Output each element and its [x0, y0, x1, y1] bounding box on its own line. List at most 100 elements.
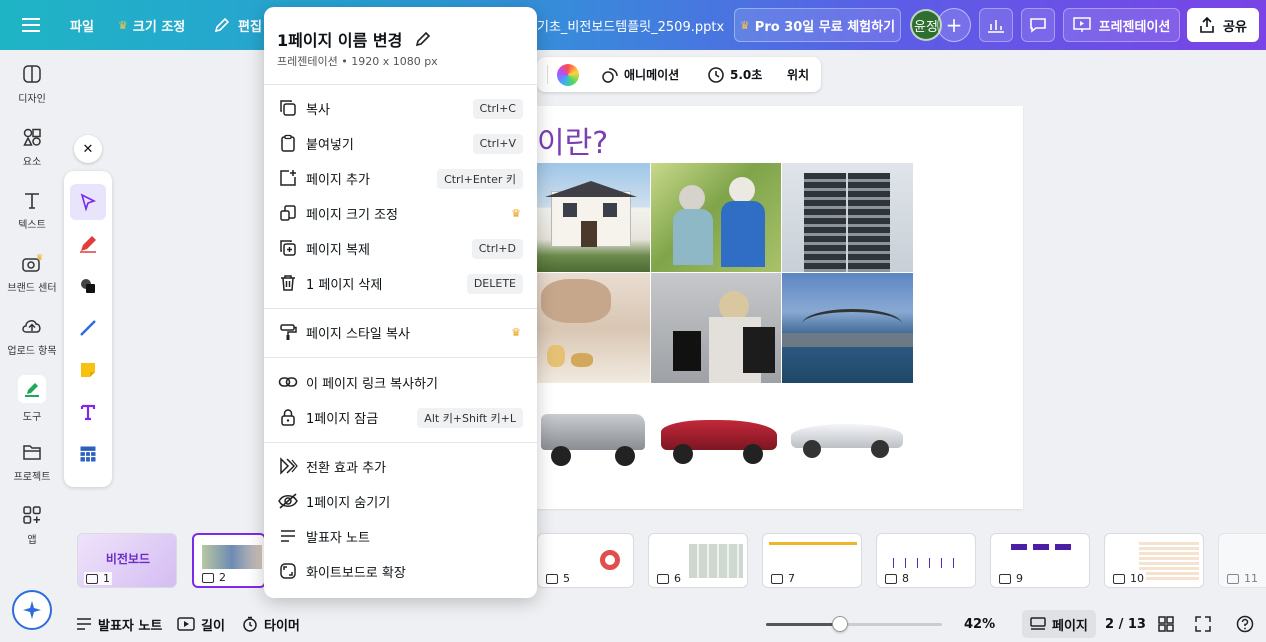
white-coupe-image[interactable]: [787, 406, 907, 468]
resize-menu[interactable]: ♛ 크기 조정: [118, 0, 185, 50]
draw-tool-icon: [18, 375, 46, 403]
thumb-number: 8: [883, 572, 911, 585]
animate-icon: [602, 67, 618, 83]
rail-item-brand[interactable]: ♛ 브랜드 센터: [0, 245, 64, 301]
position-button[interactable]: 위치: [787, 57, 809, 92]
menu-item-expand-whiteboard[interactable]: 화이트보드로 확장: [264, 554, 537, 589]
page-thumbnail-2[interactable]: 2: [192, 533, 266, 588]
menu-item-speaker-notes[interactable]: 발표자 노트: [264, 519, 537, 554]
close-draw-panel-button[interactable]: ✕: [74, 135, 102, 163]
share-button[interactable]: 공유: [1187, 8, 1259, 42]
present-label: 프레젠테이션: [1098, 19, 1171, 35]
pages-view-button[interactable]: 페이지: [1022, 610, 1096, 638]
color-picker-button[interactable]: [557, 57, 579, 92]
menu-item-delete-page[interactable]: 1 페이지 삭제 DELETE: [264, 266, 537, 301]
slide-title[interactable]: 이란?: [537, 118, 608, 162]
pen-tool-button[interactable]: [70, 226, 106, 262]
text-tool-button[interactable]: [70, 394, 106, 430]
help-button[interactable]: [1236, 606, 1254, 642]
fullscreen-button[interactable]: [1195, 606, 1211, 642]
add-collaborator-button[interactable]: +: [937, 8, 971, 42]
menu-item-add-transition[interactable]: 전환 효과 추가: [264, 449, 537, 484]
rail-item-elements[interactable]: 요소: [0, 119, 64, 175]
table-tool-button[interactable]: [70, 436, 106, 472]
page-thumbnail-6[interactable]: 6: [648, 533, 748, 588]
menu-item-copy-style[interactable]: 페이지 스타일 복사 ♛: [264, 315, 537, 350]
menu-item-label: 이 페이지 링크 복사하기: [306, 377, 438, 392]
resize-label: 크기 조정: [132, 19, 186, 35]
notes-mini-icon: [999, 573, 1011, 584]
line-tool-button[interactable]: [70, 310, 106, 346]
shopping-photo[interactable]: [651, 273, 781, 383]
magic-assistant-button[interactable]: [12, 590, 52, 630]
rail-item-projects[interactable]: 프로젝트: [0, 434, 64, 490]
menu-item-paste[interactable]: 붙여넣기 Ctrl+V: [264, 126, 537, 161]
rail-item-text[interactable]: 텍스트: [0, 182, 64, 238]
zoom-slider-handle[interactable]: [832, 616, 848, 632]
thumb-title: 비전보드: [105, 552, 151, 566]
page-thumbnail-5[interactable]: 5: [537, 533, 634, 588]
element-context-toolbar: 애니메이션 5.0초 위치: [537, 57, 821, 92]
notes-mini-icon: [86, 573, 98, 584]
zoom-slider-track[interactable]: [766, 616, 942, 632]
comment-button[interactable]: [1021, 8, 1055, 42]
page-thumbnail-10[interactable]: 10: [1104, 533, 1204, 588]
rail-label: 도구: [22, 412, 42, 423]
slide-canvas[interactable]: 이란?: [537, 106, 1023, 509]
zoom-level[interactable]: 42%: [964, 606, 995, 642]
grid-view-button[interactable]: [1158, 606, 1174, 642]
suv-car-image[interactable]: [537, 406, 652, 468]
speaker-notes-button[interactable]: 발표자 노트: [76, 606, 162, 642]
rail-item-design[interactable]: 디자인: [0, 56, 64, 112]
thumb-num-label: 7: [788, 572, 795, 585]
running-couple-photo[interactable]: [651, 163, 781, 272]
page-thumbnail-11[interactable]: 11: [1218, 533, 1266, 588]
hamburger-menu-icon[interactable]: [22, 0, 40, 50]
menu-item-add-page[interactable]: 페이지 추가 Ctrl+Enter 키: [264, 161, 537, 196]
duration-toggle-button[interactable]: 길이: [177, 606, 225, 642]
zoom-slider-fill: [766, 623, 840, 626]
red-suv-image[interactable]: [657, 406, 782, 468]
thumb-num-label: 1: [103, 572, 110, 585]
menu-item-resize-page[interactable]: 페이지 크기 조정 ♛: [264, 196, 537, 231]
pro-trial-button[interactable]: ♛ Pro 30일 무료 체험하기: [734, 8, 901, 42]
left-sidebar: 디자인 요소 텍스트 ♛ 브랜드 센터 업로드 항목 도구 프로젝트 앱: [0, 50, 64, 642]
select-tool-button[interactable]: [70, 184, 106, 220]
animate-button[interactable]: 애니메이션: [601, 57, 679, 92]
page-thumbnail-9[interactable]: 9: [990, 533, 1090, 588]
shortcut-badge: Ctrl+V: [472, 133, 523, 154]
page-thumbnail-7[interactable]: 7: [762, 533, 862, 588]
timer-button[interactable]: 타이머: [242, 606, 300, 642]
edit-menu[interactable]: 편집: [214, 0, 262, 50]
analytics-button[interactable]: [979, 8, 1013, 42]
house-photo[interactable]: [537, 163, 650, 272]
sydney-harbour-photo[interactable]: [782, 273, 913, 383]
thumb-num-label: 8: [902, 572, 909, 585]
sticky-note-button[interactable]: [70, 352, 106, 388]
rename-page-header[interactable]: 1페이지 이름 변경: [277, 27, 432, 51]
menu-item-duplicate-page[interactable]: 페이지 복제 Ctrl+D: [264, 231, 537, 266]
rail-item-draw[interactable]: 도구: [0, 371, 64, 427]
menu-item-label: 화이트보드로 확장: [306, 566, 406, 581]
rail-label: 텍스트: [18, 220, 46, 231]
page-thumbnail-1[interactable]: 비전보드 1: [77, 533, 177, 588]
menu-item-lock-page[interactable]: 1페이지 잠금 Alt 키+Shift 키+L: [264, 400, 537, 435]
rail-label: 프로젝트: [13, 472, 51, 483]
pencil-icon: [214, 17, 230, 33]
shape-tool-button[interactable]: [70, 268, 106, 304]
menu-item-hide-page[interactable]: 1페이지 숨기기: [264, 484, 537, 519]
present-button[interactable]: 프레젠테이션: [1063, 8, 1180, 42]
thumb-num-label: 2: [219, 571, 226, 584]
menu-item-copy[interactable]: 복사 Ctrl+C: [264, 91, 537, 126]
apartment-photo[interactable]: [782, 163, 913, 272]
spa-photo[interactable]: [537, 273, 650, 383]
add-page-icon: [278, 168, 298, 188]
duration-button[interactable]: 5.0초: [707, 57, 762, 92]
rail-item-apps[interactable]: 앱: [0, 497, 64, 553]
rail-item-uploads[interactable]: 업로드 항목: [0, 308, 64, 364]
menu-item-copy-link[interactable]: 이 페이지 링크 복사하기: [264, 365, 537, 400]
document-title[interactable]: 기초_비전보드템플릿_2509.pptx: [537, 0, 724, 50]
file-menu[interactable]: 파일: [70, 0, 94, 50]
page-thumbnail-8[interactable]: 8: [876, 533, 976, 588]
pen-icon: [80, 236, 96, 253]
